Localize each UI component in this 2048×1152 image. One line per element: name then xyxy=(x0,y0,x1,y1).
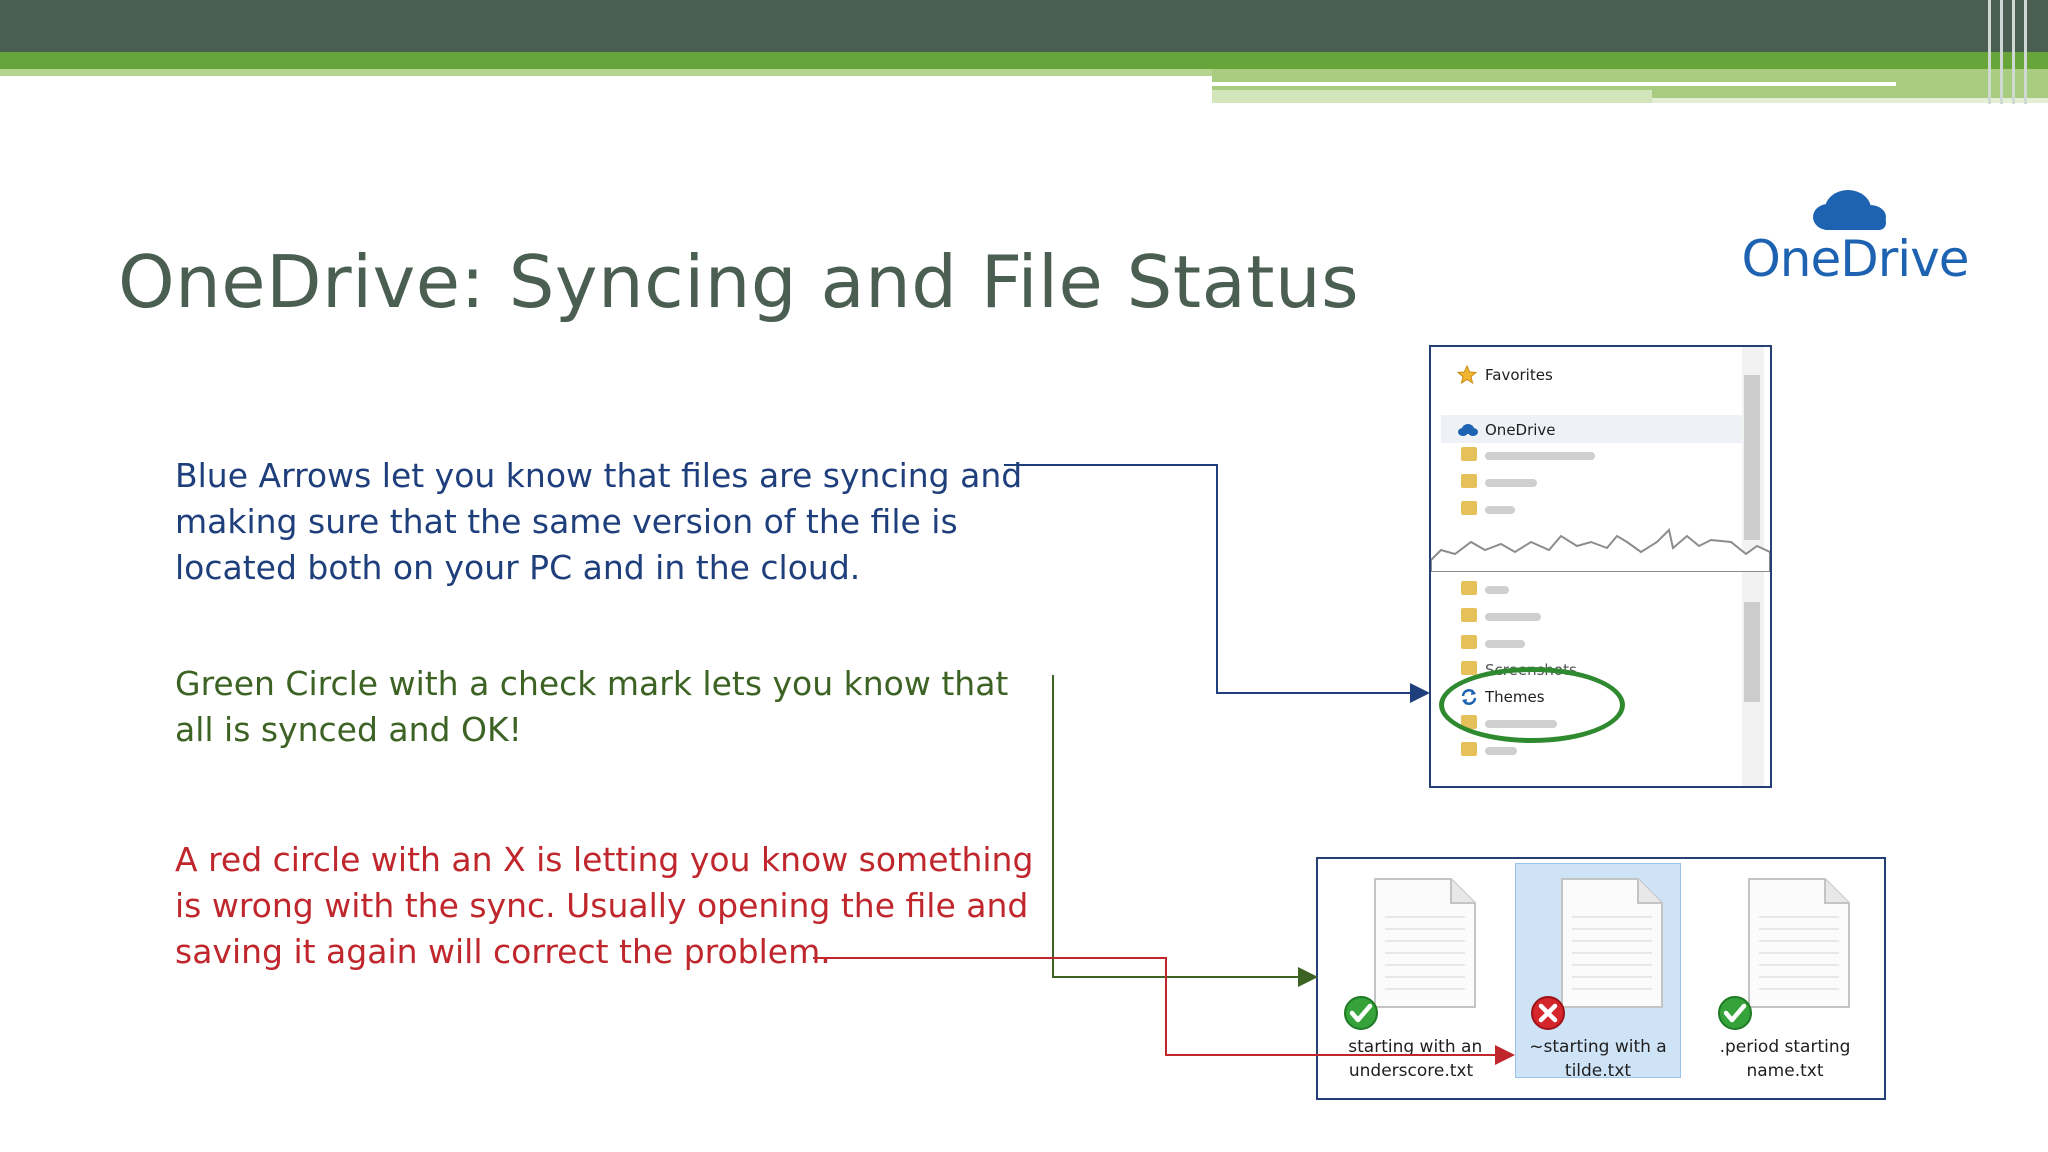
green-connector xyxy=(1052,675,1318,987)
connector-arrows xyxy=(813,464,1515,1065)
red-connector xyxy=(813,957,1515,1065)
blue-connector xyxy=(1004,464,1430,703)
